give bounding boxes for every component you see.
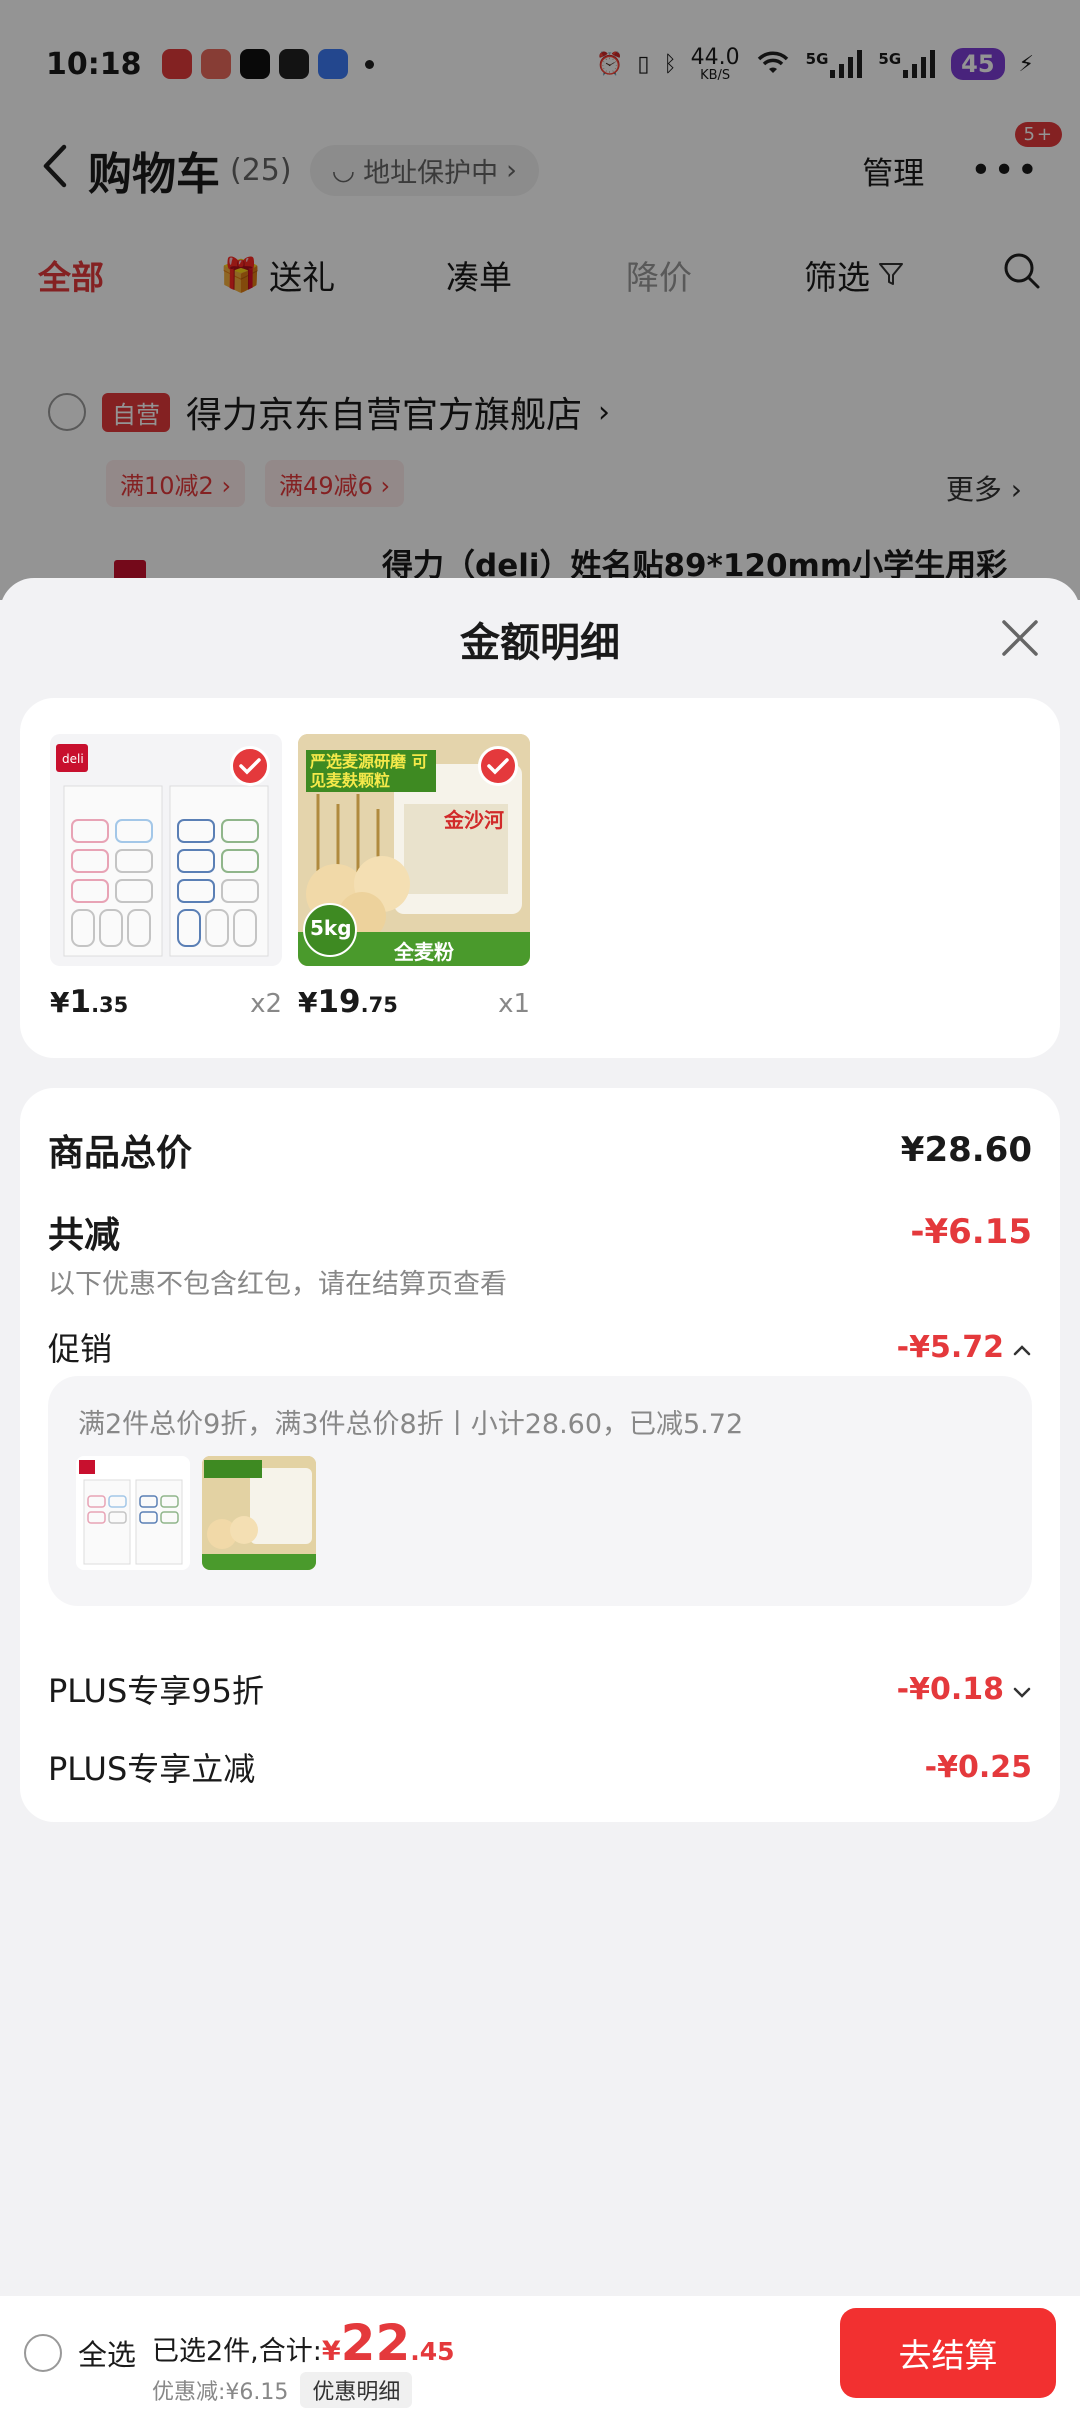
item-price: ¥ 19 .75 x1 xyxy=(298,984,530,1020)
selected-total: 已选2件,合计: ¥ 22 .45 xyxy=(152,2314,455,2372)
promo-label: 促销 xyxy=(48,1330,113,1368)
checkout-bar: 全选 已选2件,合计: ¥ 22 .45 优惠减:¥6.15 优惠明细 去结算 xyxy=(0,2296,1080,2414)
total-amount-int: 22 xyxy=(340,2314,411,2372)
total-reduce-value: -¥6.15 xyxy=(910,1212,1032,1252)
chevron-down-icon xyxy=(1012,1672,1032,1707)
discount-detail-button[interactable]: 优惠明细 xyxy=(300,2372,413,2408)
flour-bag-thumb xyxy=(202,1456,316,1570)
total-amount-dec: .45 xyxy=(410,2337,455,2366)
discount-note: 以下优惠不包含红包，请在结算页查看 xyxy=(48,1269,507,1300)
svg-text:deli: deli xyxy=(62,752,84,766)
flour-brand-text: 金沙河 xyxy=(444,808,504,832)
promo-value: -¥5.72 xyxy=(897,1330,1032,1365)
item-price: ¥ 1 .35 x2 xyxy=(50,984,282,1020)
plus-direct-row: PLUS专享立减 -¥0.25 xyxy=(48,1744,1032,1790)
discount-summary: 优惠减:¥6.15 优惠明细 xyxy=(152,2372,413,2408)
flour-label-text: 全麦粉 xyxy=(394,940,454,964)
selected-good-item[interactable]: deli ¥ 1 .35 x2 xyxy=(50,734,282,1020)
checkout-button[interactable]: 去结算 xyxy=(840,2308,1056,2398)
price-breakdown-card: 商品总价 ¥28.60 共减 -¥6.15 以下优惠不包含红包，请在结算页查看 … xyxy=(20,1088,1060,1822)
selected-goods-card: deli ¥ 1 .35 x2 . 严选麦源研磨 可见麦麸颗粒 金沙河 5kg … xyxy=(20,698,1060,1058)
modal-overlay[interactable] xyxy=(0,0,1080,600)
promo-detail-box: 满2件总价9折，满3件总价8折丨小计28.60，已减5.72 xyxy=(48,1376,1032,1606)
flour-banner-text: 严选麦源研磨 可见麦麸颗粒 xyxy=(306,750,436,793)
select-all-radio[interactable] xyxy=(24,2334,62,2372)
name-sticker-image: deli xyxy=(50,734,282,966)
name-sticker-thumb xyxy=(76,1456,190,1570)
item-quantity: x1 xyxy=(498,989,530,1019)
plus-direct-value: -¥0.25 xyxy=(924,1749,1032,1785)
plus95-label: PLUS专享95折 xyxy=(48,1672,264,1710)
item-quantity: x2 xyxy=(250,989,282,1019)
sheet-title: 金额明细 xyxy=(460,620,620,666)
promo-row[interactable]: 促销 -¥5.72 xyxy=(48,1324,1032,1370)
check-icon xyxy=(230,746,270,786)
plus95-row[interactable]: PLUS专享95折 -¥0.18 xyxy=(48,1666,1032,1712)
total-reduce-label: 共减 xyxy=(48,1215,121,1256)
selected-good-item[interactable]: . 严选麦源研磨 可见麦麸颗粒 金沙河 5kg 全麦粉 ¥ 19 .75 x1 xyxy=(298,734,530,1020)
chevron-up-icon xyxy=(1012,1330,1032,1365)
total-price-label: 商品总价 xyxy=(48,1133,193,1174)
select-all[interactable]: 全选 xyxy=(24,2332,136,2374)
check-icon xyxy=(478,746,518,786)
total-price-row: 商品总价 ¥28.60 xyxy=(48,1124,1032,1176)
plus95-value: -¥0.18 xyxy=(897,1672,1032,1707)
close-icon[interactable] xyxy=(996,614,1044,662)
plus-direct-label: PLUS专享立减 xyxy=(48,1750,256,1788)
promo-description: 满2件总价9折，满3件总价8折丨小计28.60，已减5.72 xyxy=(78,1409,744,1440)
amount-detail-sheet: 金额明细 deli ¥ 1 .35 x2 . 严选麦源研磨 可见麦麸颗粒 金沙河… xyxy=(0,578,1080,2414)
flour-bag-image: . 严选麦源研磨 可见麦麸颗粒 金沙河 5kg 全麦粉 xyxy=(298,734,530,966)
discount-amount: 优惠减:¥6.15 xyxy=(152,2380,289,2405)
flour-weight-text: 5kg xyxy=(310,916,352,940)
total-price-value: ¥28.60 xyxy=(900,1130,1032,1170)
total-reduce-row: 共减 -¥6.15 xyxy=(48,1206,1032,1258)
